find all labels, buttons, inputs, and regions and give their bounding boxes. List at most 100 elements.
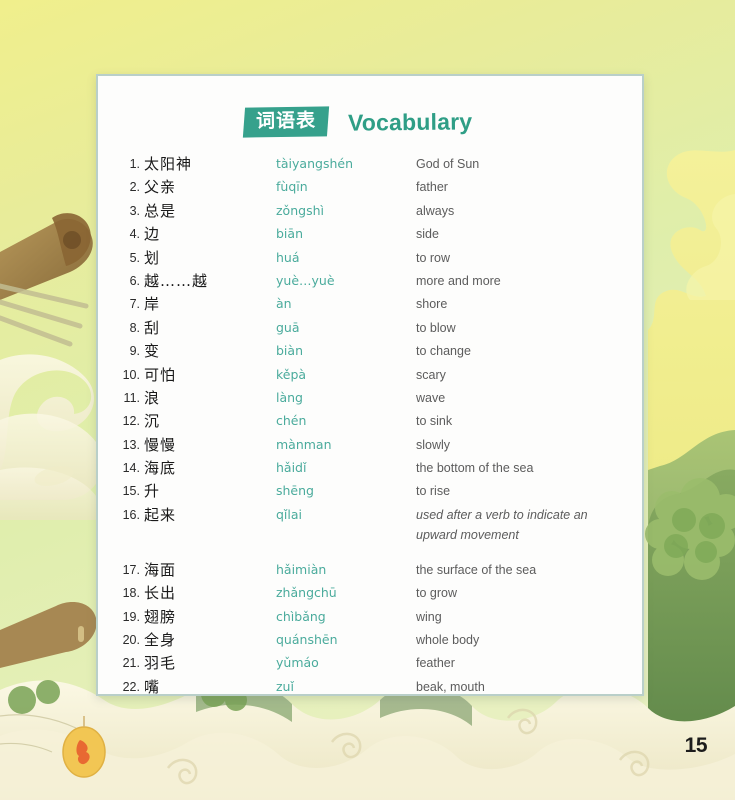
entry-number: 22. bbox=[122, 679, 140, 694]
page-number: 15 bbox=[684, 734, 708, 757]
vocabulary-row: 20. 全身 quánshēn whole body bbox=[98, 630, 642, 653]
entry-number: 4. bbox=[129, 227, 140, 242]
entry-pinyin: hǎidǐ bbox=[276, 460, 307, 476]
entry-hanzi: 刮 bbox=[144, 318, 161, 337]
entry-pinyin: làng bbox=[276, 389, 303, 405]
vocabulary-row: 9. 变 biàn to change bbox=[98, 341, 642, 364]
vocabulary-row: 6. 越……越 yuè…yuè more and more bbox=[98, 271, 642, 294]
entry-hanzi: 翅膀 bbox=[144, 607, 177, 626]
entry-pinyin: hǎimiàn bbox=[276, 561, 327, 577]
seal-stamp bbox=[62, 716, 106, 778]
entry-pinyin: quánshēn bbox=[276, 632, 338, 648]
entry-english: shore bbox=[416, 297, 448, 312]
entry-pinyin: zuǐ bbox=[276, 678, 294, 694]
entry-english: more and more bbox=[416, 273, 501, 288]
entry-english: scary bbox=[416, 367, 446, 382]
list-spacer bbox=[98, 549, 642, 560]
entry-number: 14. bbox=[122, 461, 140, 476]
entry-number: 12. bbox=[122, 414, 140, 429]
entry-hanzi: 长出 bbox=[144, 584, 177, 603]
vocabulary-row: 18. 长出 zhǎngchū to grow bbox=[98, 583, 642, 606]
entry-english: to rise bbox=[416, 484, 451, 499]
entry-pinyin: chén bbox=[276, 413, 307, 429]
vocabulary-row: 22. 嘴 zuǐ beak, mouth bbox=[98, 677, 642, 694]
entry-number: 11. bbox=[123, 390, 140, 405]
entry-hanzi: 总是 bbox=[144, 201, 177, 220]
vocabulary-row: 15. 升 shēng to rise bbox=[98, 481, 642, 504]
book-page: 词语表 Vocabulary 1. 太阳神 tàiyangshén God of Su… bbox=[0, 0, 735, 800]
vocabulary-row: 16. 起来 qǐlai used after a verb to indicate … bbox=[98, 505, 642, 549]
entry-number: 5. bbox=[129, 250, 140, 265]
entry-number: 18. bbox=[122, 586, 140, 601]
entry-hanzi: 羽毛 bbox=[144, 654, 177, 673]
entry-english: always bbox=[416, 203, 455, 218]
entry-pinyin: huá bbox=[276, 249, 300, 265]
entry-hanzi: 浪 bbox=[144, 388, 161, 407]
entry-number: 2. bbox=[129, 180, 140, 195]
wave-band-bottom bbox=[0, 679, 735, 800]
entry-number: 8. bbox=[129, 320, 140, 335]
card-header: 词语表 Vocabulary bbox=[98, 102, 642, 142]
entry-hanzi: 边 bbox=[144, 225, 161, 244]
entry-hanzi: 父亲 bbox=[144, 178, 177, 197]
entry-number: 1. bbox=[129, 157, 140, 171]
entry-number: 15. bbox=[122, 484, 140, 499]
entry-number: 16. bbox=[122, 507, 140, 522]
vocabulary-card: 词语表 Vocabulary 1. 太阳神 tàiyangshén God of Su… bbox=[96, 74, 644, 696]
entry-number: 21. bbox=[122, 656, 140, 671]
entry-english: slowly bbox=[416, 437, 451, 452]
entry-hanzi: 海底 bbox=[144, 459, 177, 478]
vocabulary-row: 5. 划 huá to row bbox=[98, 248, 642, 271]
entry-pinyin: biàn bbox=[276, 343, 303, 359]
entry-number: 17. bbox=[122, 562, 140, 577]
entry-hanzi: 划 bbox=[144, 248, 161, 267]
entry-hanzi: 海面 bbox=[144, 560, 177, 579]
entry-english: to blow bbox=[416, 320, 456, 335]
entry-number: 7. bbox=[129, 297, 140, 312]
entry-hanzi: 可怕 bbox=[144, 365, 177, 384]
entry-hanzi: 慢慢 bbox=[144, 435, 177, 454]
entry-number: 10. bbox=[122, 367, 140, 382]
entry-english: side bbox=[416, 227, 439, 242]
vocabulary-row: 12. 沉 chén to sink bbox=[98, 411, 642, 434]
entry-pinyin: biān bbox=[276, 226, 303, 242]
entry-hanzi: 全身 bbox=[144, 631, 177, 650]
entry-pinyin: guā bbox=[276, 319, 300, 335]
entry-english: whole body bbox=[416, 633, 480, 648]
boat-left bbox=[0, 213, 97, 668]
entry-pinyin: àn bbox=[276, 296, 292, 312]
vocabulary-row: 2. 父亲 fùqīn father bbox=[98, 177, 642, 200]
vocabulary-row: 14. 海底 hǎidǐ the bottom of the sea bbox=[98, 458, 642, 481]
entry-hanzi: 越……越 bbox=[144, 271, 209, 290]
vocabulary-badge: 词语表 bbox=[242, 106, 330, 138]
entry-hanzi: 变 bbox=[144, 342, 161, 361]
vocabulary-row: 21. 羽毛 yǔmáo feather bbox=[98, 653, 642, 676]
entry-pinyin: zhǎngchū bbox=[276, 585, 337, 601]
entry-english: to change bbox=[416, 344, 471, 359]
vocabulary-badge-label: 词语表 bbox=[255, 109, 317, 133]
entry-hanzi: 起来 bbox=[144, 505, 177, 524]
entry-english: wave bbox=[416, 390, 446, 405]
entry-english: to row bbox=[416, 250, 451, 265]
vocabulary-row: 19. 翅膀 chìbǎng wing bbox=[98, 607, 642, 630]
entry-english: feather bbox=[416, 656, 455, 671]
entry-pinyin: qǐlai bbox=[276, 506, 303, 522]
vocabulary-list: 1. 太阳神 tàiyangshén God of Sun 2. 父亲 fùqīn fathe… bbox=[98, 154, 642, 694]
vocabulary-row: 10. 可怕 kěpà scary bbox=[98, 365, 642, 388]
entry-hanzi: 升 bbox=[144, 482, 161, 501]
entry-pinyin: kěpà bbox=[276, 366, 307, 382]
vocabulary-row: 1. 太阳神 tàiyangshén God of Sun bbox=[98, 154, 642, 177]
entry-english: the bottom of the sea bbox=[416, 461, 534, 476]
entry-english: God of Sun bbox=[416, 157, 480, 171]
vocabulary-row: 17. 海面 hǎimiàn the surface of the sea bbox=[98, 560, 642, 583]
vocabulary-row: 11. 浪 làng wave bbox=[98, 388, 642, 411]
entry-english: to sink bbox=[416, 414, 453, 429]
entry-number: 13. bbox=[122, 437, 140, 452]
entry-number: 3. bbox=[129, 203, 140, 218]
entry-number: 9. bbox=[129, 344, 140, 359]
page-title: Vocabulary bbox=[347, 107, 473, 136]
entry-pinyin: zǒngshì bbox=[276, 202, 324, 218]
entry-pinyin: shēng bbox=[276, 483, 314, 499]
cloud-cluster-right bbox=[648, 150, 735, 470]
entry-number: 19. bbox=[122, 609, 140, 624]
